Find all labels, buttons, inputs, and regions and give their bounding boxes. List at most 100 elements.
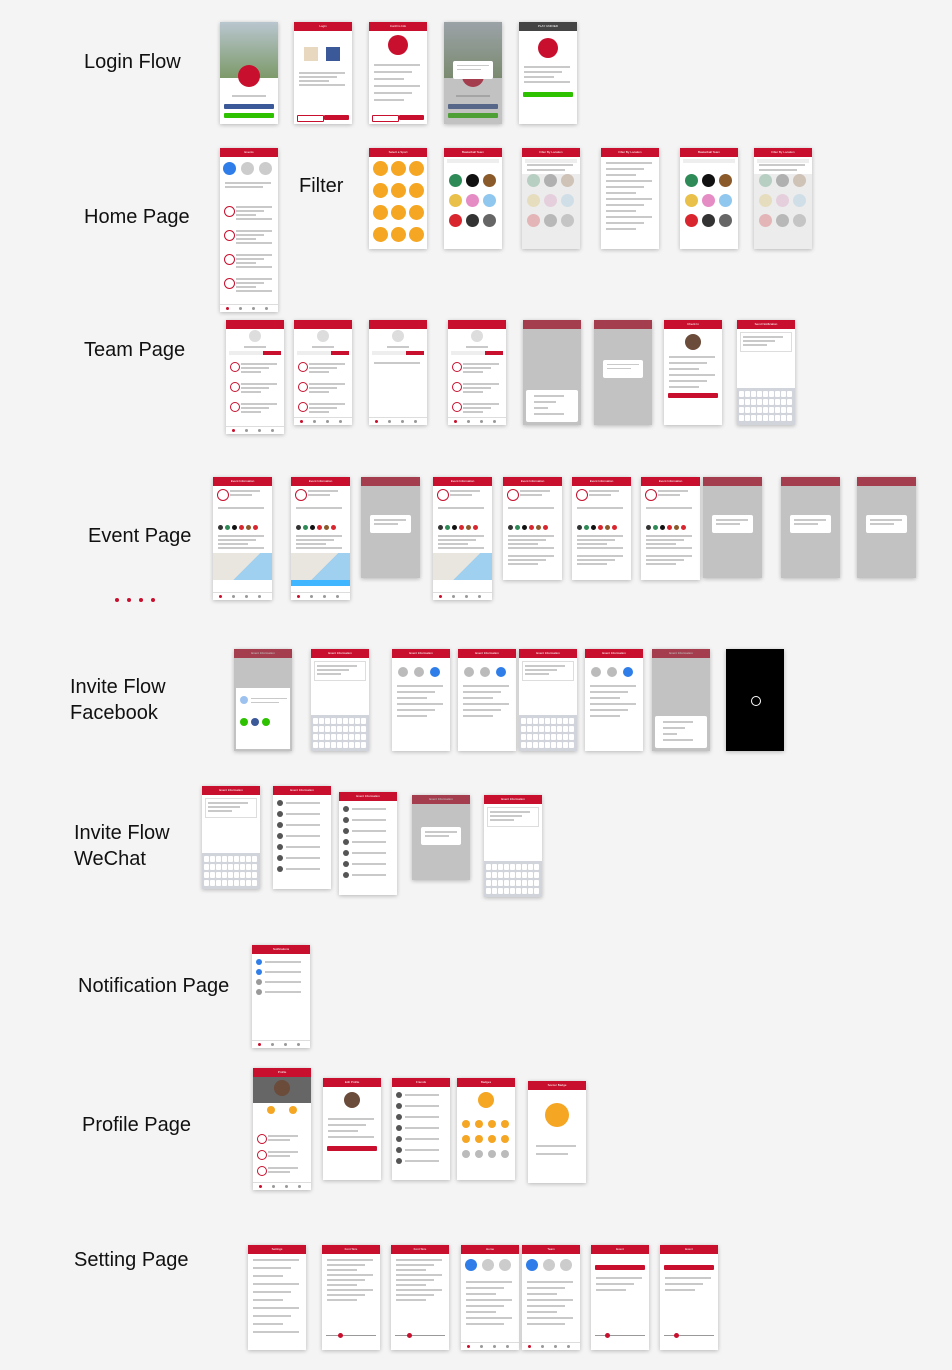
- screen-thumbnail[interactable]: Event Information: [392, 649, 450, 751]
- screen-thumbnail[interactable]: [594, 320, 652, 425]
- section-label: Invite Flow WeChat: [74, 822, 170, 870]
- text-line: [268, 1155, 290, 1157]
- screen-thumbnail[interactable]: Filter By Location: [601, 148, 659, 249]
- screen-thumbnail[interactable]: Event Information: [291, 477, 350, 600]
- text-line: [253, 1267, 291, 1269]
- text-line: [525, 673, 549, 675]
- screen-thumbnail[interactable]: Event Information: [519, 649, 577, 751]
- screen-thumbnail[interactable]: Profile: [253, 1068, 311, 1190]
- text-line: [396, 1284, 426, 1286]
- screen-thumbnail[interactable]: Event Information: [641, 477, 700, 580]
- text-line: [327, 1299, 357, 1301]
- screen-thumbnail[interactable]: Event Information: [311, 649, 369, 751]
- text-line: [590, 691, 628, 693]
- screen-thumbnail[interactable]: [726, 649, 784, 751]
- screen-thumbnail[interactable]: [448, 320, 506, 425]
- screen-thumbnail[interactable]: Send Notification: [737, 320, 795, 425]
- screen-thumbnail[interactable]: Notifications: [252, 945, 310, 1048]
- screen-thumbnail[interactable]: [444, 22, 502, 124]
- screen-thumbnail[interactable]: Event Information: [273, 786, 331, 889]
- screen-thumbnail[interactable]: Event Information: [213, 477, 272, 600]
- date-badge: [224, 254, 235, 265]
- text-line: [208, 802, 248, 804]
- text-line: [327, 1269, 357, 1271]
- screen-thumbnail[interactable]: Event Information: [234, 649, 292, 751]
- screen-thumbnail[interactable]: Font Size: [391, 1245, 449, 1350]
- screen-thumbnail[interactable]: Event: [591, 1245, 649, 1350]
- screen-thumbnail[interactable]: Soccer Badge: [528, 1081, 586, 1183]
- text-line: [299, 76, 337, 78]
- nav-header: [226, 320, 284, 329]
- screen-thumbnail[interactable]: Team: [522, 1245, 580, 1350]
- badge-icon: [289, 1106, 297, 1114]
- text-line: [463, 691, 501, 693]
- screen-thumbnail[interactable]: Filter By Location: [522, 148, 580, 249]
- screen-thumbnail[interactable]: PLAY UNIFIED: [519, 22, 577, 124]
- screen-thumbnail[interactable]: [220, 22, 278, 124]
- key: [551, 734, 556, 741]
- text-line: [646, 555, 692, 557]
- text-line: [466, 1293, 496, 1295]
- key: [527, 742, 532, 749]
- text-line: [396, 1264, 434, 1266]
- screen-thumbnail[interactable]: [781, 477, 840, 578]
- key: [545, 726, 550, 733]
- tab-icon: [554, 1345, 557, 1348]
- screen-thumbnail[interactable]: Font Size: [322, 1245, 380, 1350]
- ok-button: [324, 115, 349, 120]
- screen-thumbnail[interactable]: Badges: [457, 1078, 515, 1180]
- screen-thumbnail[interactable]: Confirm Info: [369, 22, 427, 124]
- key: [539, 726, 544, 733]
- screen-thumbnail[interactable]: Friends: [392, 1078, 450, 1180]
- screen-thumbnail[interactable]: [226, 320, 284, 434]
- text-line: [450, 494, 472, 496]
- text-line: [527, 1323, 565, 1325]
- text-line: [236, 290, 272, 292]
- screen-thumbnail[interactable]: Filter By Location: [754, 148, 812, 249]
- screen-thumbnail[interactable]: Home: [461, 1245, 519, 1350]
- text-line: [669, 356, 715, 358]
- tab-icon: [506, 1345, 509, 1348]
- text-line: [577, 563, 607, 565]
- screen-thumbnail[interactable]: [361, 477, 420, 578]
- screen-thumbnail[interactable]: Event Information: [433, 477, 492, 600]
- screen-thumbnail[interactable]: Event Information: [339, 792, 397, 895]
- text-line: [251, 701, 279, 704]
- screen-thumbnail[interactable]: [703, 477, 762, 578]
- screen-thumbnail[interactable]: Event Information: [572, 477, 631, 580]
- screen-thumbnail[interactable]: Settings: [248, 1245, 306, 1350]
- screen-thumbnail[interactable]: Event Information: [412, 795, 470, 880]
- screen-thumbnail[interactable]: [857, 477, 916, 578]
- screen-thumbnail[interactable]: [369, 320, 427, 425]
- key: [504, 888, 509, 895]
- screen-thumbnail[interactable]: Login: [294, 22, 352, 124]
- screen-thumbnail[interactable]: Select a Sport: [369, 148, 427, 249]
- screen-thumbnail[interactable]: Check In: [664, 320, 722, 425]
- screen-thumbnail[interactable]: [294, 320, 352, 425]
- screen-thumbnail[interactable]: Events: [220, 148, 278, 312]
- nav-title: Friends: [415, 1080, 426, 1084]
- friend-avatar: [591, 667, 601, 677]
- team-logo: [471, 330, 483, 342]
- screen-thumbnail[interactable]: Event Information: [202, 786, 260, 889]
- participant-icon: [577, 525, 582, 530]
- avatar: [396, 1147, 402, 1153]
- screen-thumbnail[interactable]: Event Information: [503, 477, 562, 580]
- tab-icon: [265, 307, 268, 310]
- screen-thumbnail[interactable]: Basketball Team: [680, 148, 738, 249]
- team-logo-icon: [449, 174, 462, 187]
- text-line: [405, 1094, 439, 1096]
- text-line: [208, 810, 232, 812]
- screen-thumbnail[interactable]: Event Information: [652, 649, 710, 751]
- nav-header: Events: [220, 148, 278, 157]
- key: [551, 726, 556, 733]
- text-line: [309, 407, 337, 409]
- screen-thumbnail[interactable]: Event Information: [484, 795, 542, 897]
- text-line: [268, 1167, 298, 1169]
- screen-thumbnail[interactable]: Event Information: [458, 649, 516, 751]
- screen-thumbnail[interactable]: Edit Profile: [323, 1078, 381, 1180]
- screen-thumbnail[interactable]: Event Information: [585, 649, 643, 751]
- screen-thumbnail[interactable]: Basketball Team: [444, 148, 502, 249]
- screen-thumbnail[interactable]: [523, 320, 581, 425]
- screen-thumbnail[interactable]: Event: [660, 1245, 718, 1350]
